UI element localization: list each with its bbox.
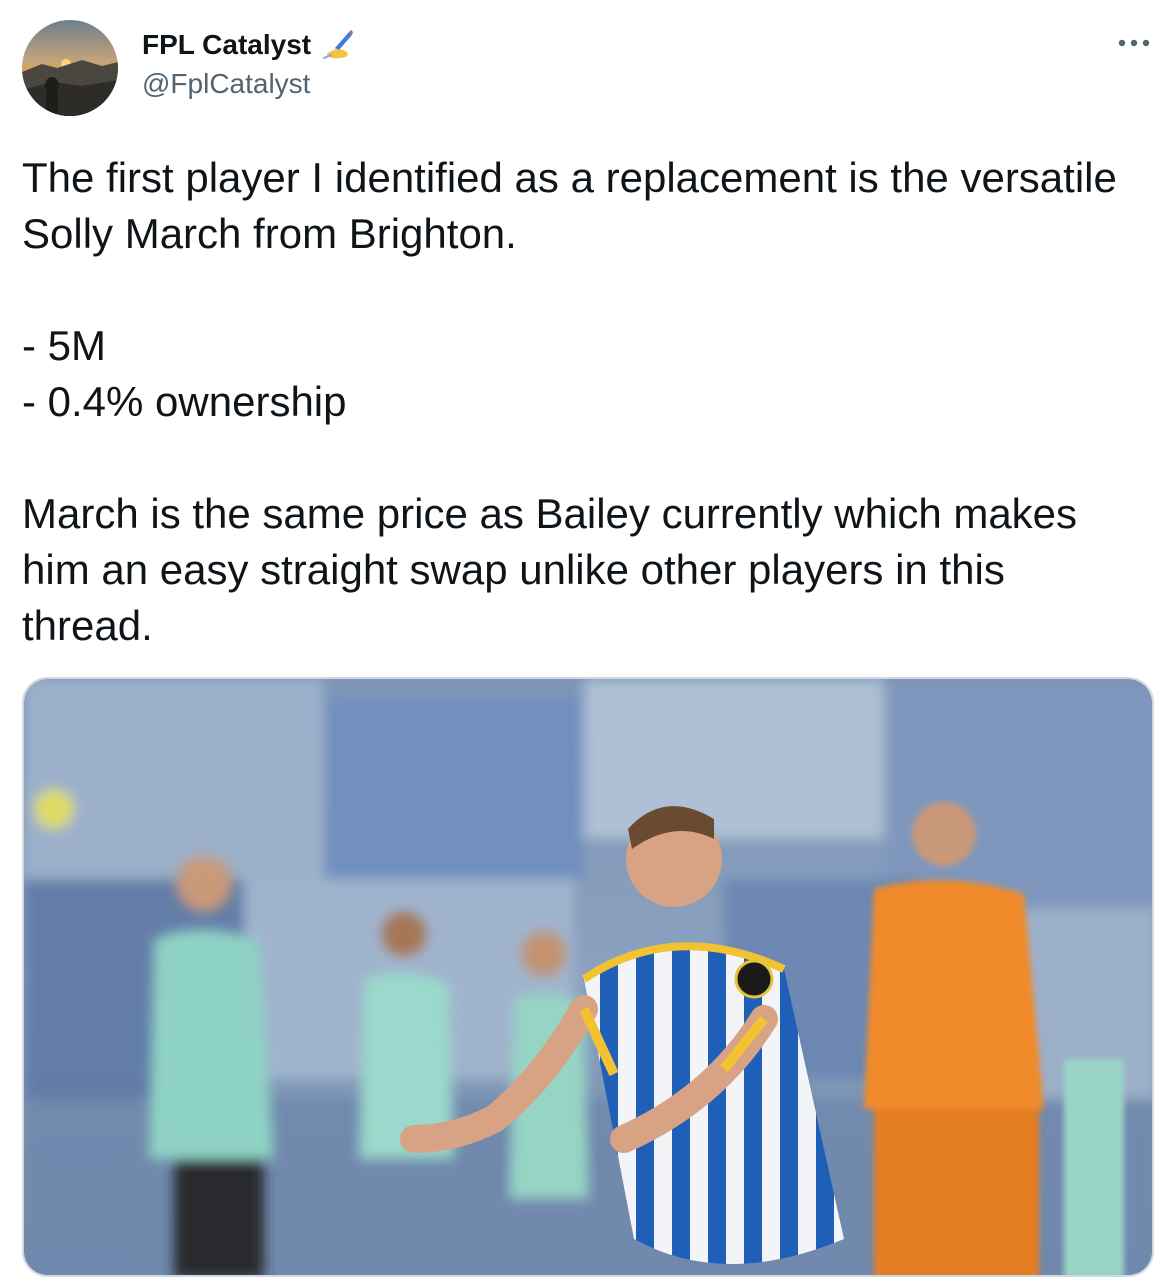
author-name-row: FPL Catalyst (142, 28, 355, 62)
display-name[interactable]: FPL Catalyst (142, 29, 311, 61)
avatar-image (22, 20, 118, 116)
tweet-paragraph: March is the same price as Bailey curren… (22, 490, 1078, 649)
author-handle[interactable]: @FplCatalyst (142, 68, 310, 100)
tweet-paragraph: The first player I identified as a repla… (22, 154, 1117, 257)
football-player-photo (24, 679, 1152, 1275)
tweet-list-item: - 0.4% ownership (22, 378, 347, 425)
tweet-card: FPL Catalyst @FplCatalyst The first play… (0, 0, 1166, 1277)
writing-hand-icon (321, 28, 355, 62)
avatar[interactable] (22, 20, 118, 116)
more-options-icon[interactable] (1112, 28, 1156, 58)
tweet-list-item: - 5M (22, 322, 106, 369)
tweet-text: The first player I identified as a repla… (22, 150, 1142, 654)
tweet-media-photo[interactable] (22, 677, 1154, 1277)
